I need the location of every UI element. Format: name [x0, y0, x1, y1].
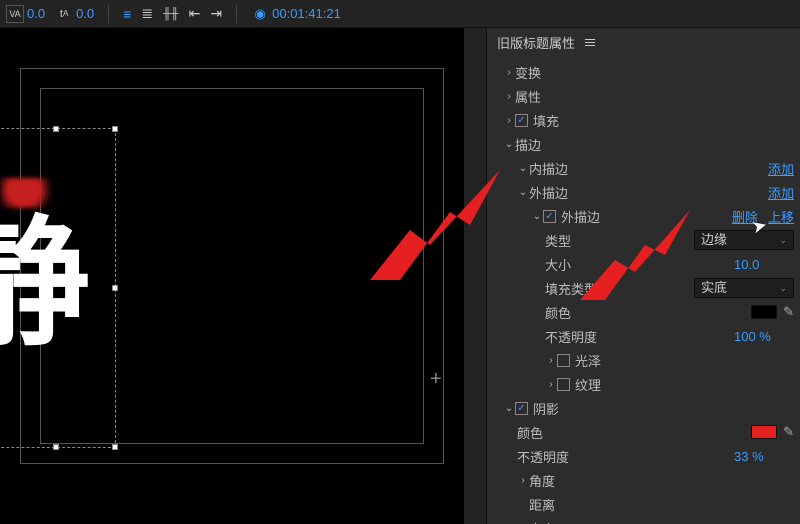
outer-stroke-checkbox[interactable]: [543, 210, 556, 223]
chevron-down-icon: ⌄: [503, 403, 515, 414]
chevron-right-icon: ›: [545, 379, 557, 390]
kerning-tool[interactable]: VA 0.0: [6, 5, 45, 23]
ta-icon: tA: [55, 5, 73, 23]
outer-stroke-item[interactable]: ⌄ 外描边 删除 上移: [493, 204, 794, 228]
panel-title: 旧版标题属性: [497, 33, 575, 52]
stroke-texture-row[interactable]: › 纹理: [493, 372, 794, 396]
chevron-right-icon: ›: [545, 355, 557, 366]
va-icon: VA: [6, 5, 24, 23]
gloss-checkbox[interactable]: [557, 354, 570, 367]
stroke-size-value[interactable]: 10.0: [734, 257, 794, 272]
panel-header: 旧版标题属性: [487, 28, 800, 56]
tab-prev-icon[interactable]: ⇤: [189, 5, 201, 22]
shadow-distance-row: 距离: [493, 492, 794, 516]
shadow-color-row: 颜色 ✎: [493, 420, 794, 444]
eyedropper-icon[interactable]: ✎: [783, 304, 794, 320]
shadow-opacity-row: 不透明度 33 %: [493, 444, 794, 468]
chevron-down-icon: ⌄: [531, 211, 543, 222]
outer-stroke-add[interactable]: 添加: [768, 183, 794, 202]
shadow-opacity-value[interactable]: 33 %: [734, 449, 794, 464]
leading-value[interactable]: 0.0: [76, 6, 94, 21]
chevron-right-icon: ›: [517, 475, 529, 486]
timecode-value: 00:01:41:21: [272, 6, 341, 21]
section-attributes[interactable]: › 属性: [493, 84, 794, 108]
outer-stroke-moveup[interactable]: 上移: [768, 207, 794, 226]
align-left-icon[interactable]: ≡: [123, 6, 131, 22]
stroke-filltype-row: 填充类型 实底⌄: [493, 276, 794, 300]
stroke-size-row: 大小 10.0: [493, 252, 794, 276]
stroke-type-row: 类型 边缘⌄: [493, 228, 794, 252]
shadow-checkbox[interactable]: [515, 402, 528, 415]
stroke-color-swatch[interactable]: [751, 305, 777, 319]
section-fill[interactable]: › 填充: [493, 108, 794, 132]
fill-checkbox[interactable]: [515, 114, 528, 127]
canvas[interactable]: 静 +: [0, 28, 464, 524]
stroke-type-dropdown[interactable]: 边缘⌄: [694, 230, 794, 250]
texture-checkbox[interactable]: [557, 378, 570, 391]
chevron-down-icon: ⌄: [517, 163, 529, 174]
title-text[interactable]: 静: [0, 228, 110, 428]
shadow-color-swatch[interactable]: [751, 425, 777, 439]
kerning-value[interactable]: 0.0: [27, 6, 45, 21]
properties-panel: 旧版标题属性 › 变换 › 属性 › 填充 ⌄ 描边 ⌄ 内: [486, 28, 800, 524]
section-stroke[interactable]: ⌄ 描边: [493, 132, 794, 156]
shadow-size-row: 大小: [493, 516, 794, 524]
divider: [236, 5, 237, 23]
align-group-icon[interactable]: ≣: [141, 5, 153, 22]
section-transform[interactable]: › 变换: [493, 60, 794, 84]
leading-tool[interactable]: tA 0.0: [55, 5, 94, 23]
chevron-right-icon: ›: [503, 67, 515, 78]
stroke-gloss-row[interactable]: › 光泽: [493, 348, 794, 372]
stroke-opacity-row: 不透明度 100 %: [493, 324, 794, 348]
chevron-right-icon: ›: [503, 91, 515, 102]
shadow-angle-row[interactable]: › 角度: [493, 468, 794, 492]
eye-icon: ◉: [251, 5, 269, 23]
chevron-down-icon: ⌄: [503, 139, 515, 150]
panel-menu-icon[interactable]: [585, 39, 595, 46]
chevron-down-icon: ⌄: [517, 187, 529, 198]
stroke-filltype-dropdown[interactable]: 实底⌄: [694, 278, 794, 298]
tab-next-icon[interactable]: ⇥: [210, 5, 222, 22]
stroke-color-row: 颜色 ✎: [493, 300, 794, 324]
inner-stroke-row[interactable]: ⌄ 内描边 添加: [493, 156, 794, 180]
stroke-opacity-value[interactable]: 100 %: [734, 329, 794, 344]
glyph: 静: [0, 228, 60, 340]
ruler-icon[interactable]: ╫╫: [163, 8, 179, 20]
scroll-gap: [464, 28, 486, 524]
inner-stroke-add[interactable]: 添加: [768, 159, 794, 178]
section-shadow[interactable]: ⌄ 阴影: [493, 396, 794, 420]
eyedropper-icon[interactable]: ✎: [783, 424, 794, 440]
main-area: 静 + 旧版标题属性 › 变换 › 属性 › 填充 ⌄: [0, 28, 800, 524]
divider: [108, 5, 109, 23]
anchor-cross-icon: +: [430, 368, 442, 391]
timecode-display[interactable]: ◉ 00:01:41:21: [251, 5, 341, 23]
top-toolbar: VA 0.0 tA 0.0 ≡ ≣ ╫╫ ⇤ ⇥ ◉ 00:01:41:21: [0, 0, 800, 28]
chevron-right-icon: ›: [503, 115, 515, 126]
panel-body: › 变换 › 属性 › 填充 ⌄ 描边 ⌄ 内描边 添加: [487, 56, 800, 524]
outer-stroke-row[interactable]: ⌄ 外描边 添加: [493, 180, 794, 204]
